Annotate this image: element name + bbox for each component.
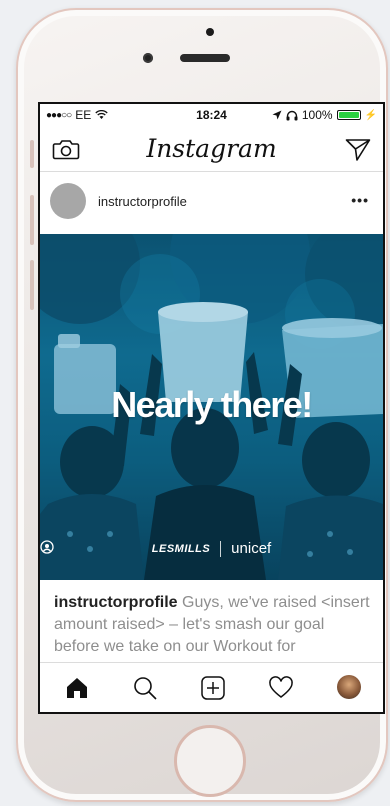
- app-logo: Instagram: [146, 134, 277, 163]
- headphones-icon: [286, 110, 298, 120]
- activity-heart-icon[interactable]: [268, 675, 294, 701]
- caption-username[interactable]: instructorprofile: [54, 594, 178, 611]
- new-post-icon[interactable]: [200, 675, 226, 701]
- post-image[interactable]: Nearly there! LESMILLS unicef: [40, 234, 383, 580]
- profile-avatar[interactable]: [337, 675, 361, 699]
- post-author-username[interactable]: instructorprofile: [98, 194, 187, 209]
- brand-logos: LESMILLS unicef: [40, 540, 383, 557]
- location-arrow-icon: [272, 110, 282, 120]
- status-bar: ●●●○○ EE 18:24 100% ⚡: [40, 104, 383, 126]
- brand-divider: [220, 540, 222, 557]
- post-header: instructorprofile •••: [40, 172, 383, 234]
- proximity-sensor: [143, 53, 153, 63]
- volume-down-button: [30, 260, 34, 310]
- home-button[interactable]: [174, 725, 246, 797]
- mute-switch: [30, 140, 34, 168]
- earpiece-speaker: [180, 54, 230, 62]
- battery-level-fill: [338, 112, 359, 118]
- battery-percentage: 100%: [301, 108, 333, 122]
- volume-up-button: [30, 195, 34, 245]
- post-caption: instructorprofile Guys, we've raised <in…: [54, 592, 371, 658]
- direct-send-icon[interactable]: [345, 138, 371, 162]
- post-options-button[interactable]: •••: [351, 192, 369, 208]
- home-icon[interactable]: [64, 675, 90, 701]
- status-right: 100% ⚡: [272, 108, 377, 122]
- charging-bolt-icon: ⚡: [364, 109, 377, 121]
- search-icon[interactable]: [132, 675, 158, 701]
- app-screen: ●●●○○ EE 18:24 100% ⚡ Instagram instruct…: [38, 102, 385, 714]
- unicef-emblem-icon: [40, 540, 54, 554]
- front-camera: [206, 28, 214, 36]
- battery-icon: [336, 110, 361, 120]
- lesmills-logo: LESMILLS: [151, 542, 211, 555]
- unicef-logo: unicef: [231, 540, 272, 557]
- app-header: Instagram: [40, 126, 383, 172]
- bottom-tab-bar: [40, 662, 383, 712]
- post-image-headline: Nearly there!: [111, 384, 313, 425]
- post-author-avatar[interactable]: [50, 183, 86, 219]
